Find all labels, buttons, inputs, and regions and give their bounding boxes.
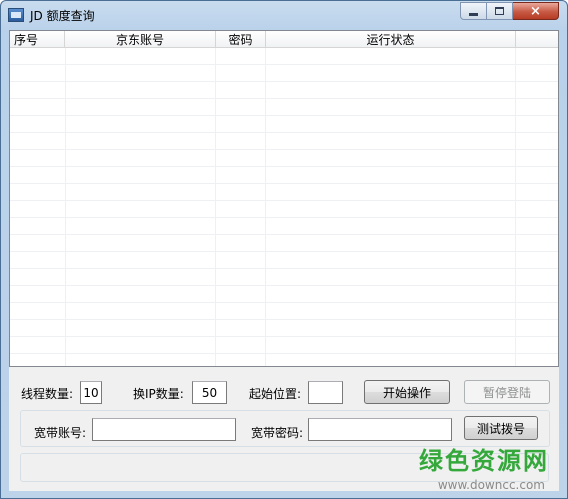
column-header-extra[interactable] [516, 31, 558, 48]
watermark-url: www.downcc.com [437, 478, 545, 492]
broadband-account-label: 宽带账号: [34, 426, 87, 440]
minimize-button[interactable] [460, 2, 487, 20]
broadband-password-label: 宽带密码: [251, 426, 304, 440]
watermark-brand: 绿色资源网 [419, 447, 549, 475]
broadband-account-input[interactable] [92, 418, 236, 441]
window-title: JD 额度查询 [30, 9, 95, 23]
main-window: JD 额度查询 × 序号 京东账号 密码 运行状态 线程数量: 10 换IP数量… [0, 0, 568, 499]
client-area: 序号 京东账号 密码 运行状态 线程数量: 换IP数量: 起始位置: 开始操作 … [9, 30, 559, 491]
column-header-run-status[interactable]: 运行状态 [266, 31, 516, 48]
column-header-jd-account[interactable]: 京东账号 [65, 31, 216, 48]
start-operation-button[interactable]: 开始操作 [364, 380, 450, 404]
column-divider [265, 48, 266, 366]
thread-count-input[interactable] [80, 381, 102, 404]
pause-login-button[interactable]: 暂停登陆 [464, 380, 550, 404]
maximize-icon [495, 7, 504, 15]
start-position-input[interactable] [308, 381, 343, 404]
broadband-password-input[interactable] [308, 418, 452, 441]
column-divider [65, 48, 66, 366]
test-dial-button[interactable]: 测试拨号 [464, 416, 538, 440]
maximize-button[interactable] [487, 2, 513, 20]
account-list[interactable]: 序号 京东账号 密码 运行状态 [9, 30, 559, 367]
column-header-password[interactable]: 密码 [216, 31, 266, 48]
column-divider [515, 48, 516, 366]
start-position-label: 起始位置: [249, 387, 302, 401]
column-header-index[interactable]: 序号 [10, 31, 65, 48]
title-bar[interactable]: JD 额度查询 × [1, 1, 567, 29]
list-header: 序号 京东账号 密码 运行状态 [10, 31, 558, 48]
thread-count-label: 线程数量: [21, 387, 74, 401]
ip-count-label: 换IP数量: [133, 387, 184, 401]
list-body[interactable] [10, 48, 558, 366]
minimize-icon [469, 12, 478, 16]
column-divider [215, 48, 216, 366]
app-window-icon [8, 8, 24, 22]
close-button[interactable]: × [513, 2, 559, 20]
ip-count-input[interactable] [192, 381, 227, 404]
close-icon: × [530, 3, 541, 19]
